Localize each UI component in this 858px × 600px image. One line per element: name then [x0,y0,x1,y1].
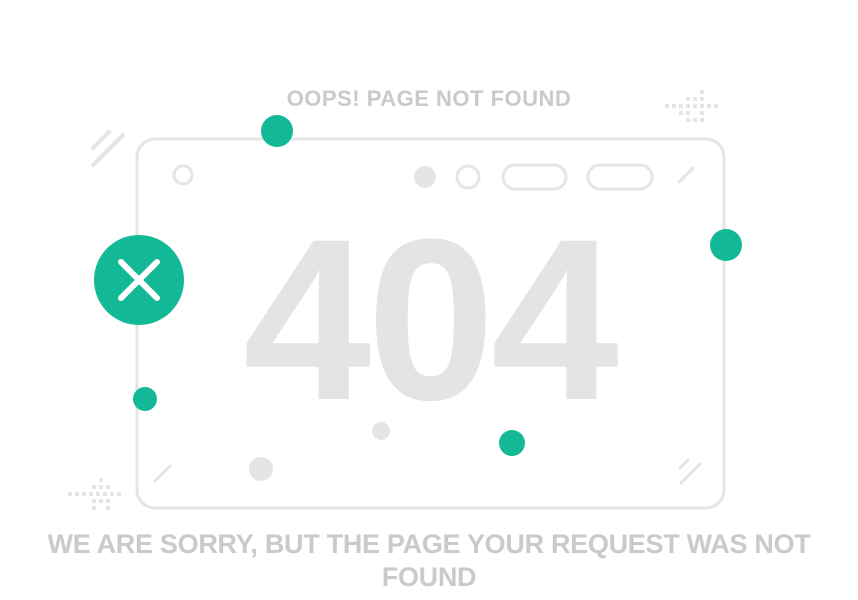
error-badge [94,235,184,325]
not-found-page: OOPS! PAGE NOT FOUND 404 WE ARE SORRY, B… [0,0,858,600]
error-message: WE ARE SORRY, BUT THE PAGE YOUR REQUEST … [47,529,811,592]
close-icon [94,235,184,325]
